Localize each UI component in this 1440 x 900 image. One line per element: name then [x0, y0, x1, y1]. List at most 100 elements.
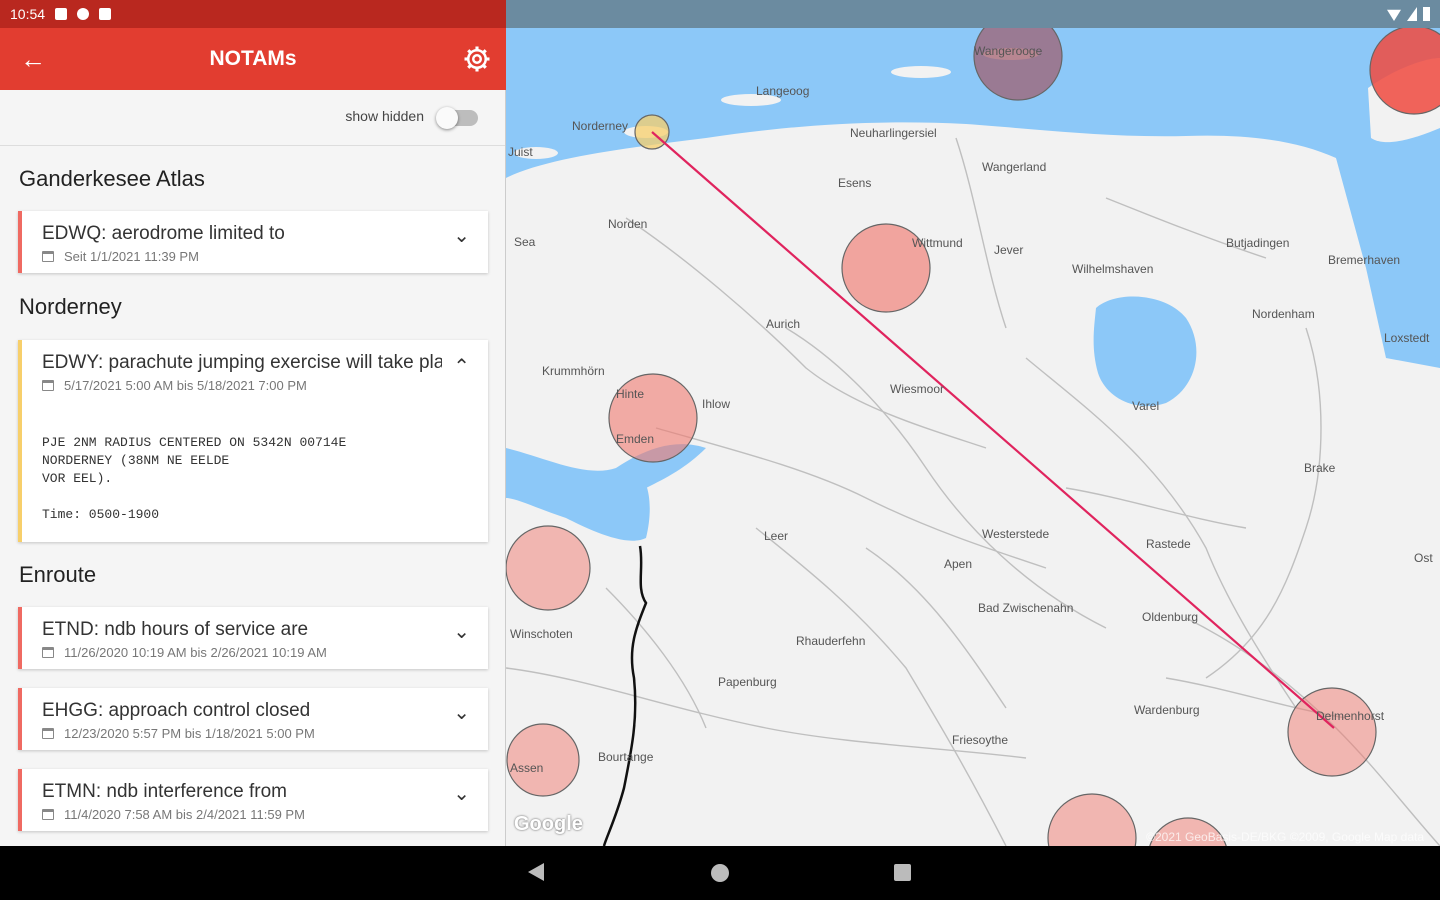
- calendar-icon: [42, 728, 54, 739]
- notam-date-row: 12/23/2020 5:57 PM bis 1/18/2021 5:00 PM: [42, 726, 315, 741]
- map-label: Nordenham: [1252, 307, 1315, 321]
- map-label: Wangerooge: [974, 44, 1043, 58]
- map-label: Butjadingen: [1226, 236, 1289, 250]
- notam-area-circle[interactable]: [506, 723, 580, 797]
- map-label: Sea: [514, 235, 536, 249]
- notam-detail-line: VOR EEL).: [42, 471, 113, 486]
- notam-card[interactable]: EHGG: approach control closed 12/23/2020…: [18, 688, 488, 750]
- calendar-icon: [42, 380, 54, 391]
- section-title-enroute: Enroute: [19, 562, 97, 587]
- jade-bay: [1093, 296, 1197, 407]
- map-label: Loxstedt: [1384, 331, 1430, 345]
- map-copyright[interactable]: ©2021 GeoBasis-DE/BKG ©2009, Google Map …: [1146, 830, 1424, 844]
- chevron-down-icon[interactable]: ⌄: [453, 619, 470, 644]
- nav-recents-icon[interactable]: [894, 864, 911, 881]
- chevron-up-icon[interactable]: ⌃: [453, 354, 470, 379]
- app-bar: ← NOTAMs: [0, 28, 506, 90]
- wifi-icon: [1387, 9, 1401, 21]
- map-label: Ost: [1414, 551, 1433, 565]
- section-title-norderney: Norderney: [19, 294, 122, 319]
- map-label: Bremerhaven: [1328, 253, 1400, 267]
- notam-card-expanded[interactable]: EDWY: parachute jumping exercise will ta…: [18, 340, 488, 542]
- notam-date-row: 11/26/2020 10:19 AM bis 2/26/2021 10:19 …: [42, 645, 327, 660]
- notam-card[interactable]: EDWQ: aerodrome limited to Seit 1/1/2021…: [18, 211, 488, 273]
- map-label: Wiesmoor: [890, 382, 944, 396]
- map-label: Wilhelmshaven: [1072, 262, 1153, 276]
- map-label: Friesoythe: [952, 733, 1008, 747]
- map-label: Rhauderfehn: [796, 634, 865, 648]
- settings-icon[interactable]: [462, 44, 492, 74]
- notam-area-circle[interactable]: [506, 525, 591, 611]
- notam-card[interactable]: ETMN: ndb interference from 11/4/2020 7:…: [18, 769, 488, 831]
- map-view[interactable]: Wangerooge Langeoog Norderney Juist Neuh…: [506, 28, 1440, 846]
- map-label: Westerstede: [982, 527, 1049, 541]
- status-bar-right: [506, 0, 1440, 28]
- status-time: 10:54: [10, 6, 46, 22]
- notam-date: 12/23/2020 5:57 PM bis 1/18/2021 5:00 PM: [64, 726, 315, 741]
- map-label: Jever: [994, 243, 1023, 257]
- map-label: Rastede: [1146, 537, 1191, 551]
- calendar-icon: [42, 809, 54, 820]
- signal-icon: [1407, 7, 1417, 21]
- notam-title: EHGG: approach control closed: [42, 700, 311, 721]
- map-label: Apen: [944, 557, 972, 571]
- system-nav-bar: [0, 846, 1440, 900]
- nav-home-icon[interactable]: [711, 864, 729, 882]
- map-label: Brake: [1304, 461, 1336, 475]
- map-label: Aurich: [766, 317, 800, 331]
- chevron-down-icon[interactable]: ⌄: [453, 700, 470, 725]
- status-bar: 10:54: [0, 0, 506, 28]
- map-label: Wittmund: [912, 236, 963, 250]
- notam-detail-line: PJE 2NM RADIUS CENTERED ON 5342N 00714E: [42, 435, 347, 450]
- chevron-down-icon[interactable]: ⌄: [453, 223, 470, 248]
- chevron-down-icon[interactable]: ⌄: [453, 781, 470, 806]
- notam-list-panel: show hidden Ganderkesee Atlas EDWQ: aero…: [0, 90, 506, 846]
- section-title-ganderkesee: Ganderkesee Atlas: [19, 166, 205, 191]
- map-label: Delmenhorst: [1316, 709, 1385, 723]
- show-hidden-label: show hidden: [345, 108, 424, 124]
- notam-date: 11/4/2020 7:58 AM bis 2/4/2021 11:59 PM: [64, 807, 305, 822]
- notam-time: Time: 0500-1900: [42, 507, 160, 522]
- map-label: Norden: [608, 217, 647, 231]
- map-label: Varel: [1132, 399, 1159, 413]
- notam-date: Seit 1/1/2021 11:39 PM: [64, 249, 199, 264]
- show-hidden-toggle[interactable]: [436, 107, 478, 129]
- map-label: Esens: [838, 176, 871, 190]
- map-label: Leer: [764, 529, 788, 543]
- notam-date-row: Seit 1/1/2021 11:39 PM: [42, 249, 199, 264]
- map-label: Winschoten: [510, 627, 573, 641]
- map-label: Krummhörn: [542, 364, 605, 378]
- map-label: Bad Zwischenahn: [978, 601, 1073, 615]
- map-label: Papenburg: [718, 675, 777, 689]
- calendar-icon: [42, 251, 54, 262]
- notification-icon: [55, 8, 68, 20]
- nav-back-icon[interactable]: [528, 863, 544, 881]
- map-label: Juist: [508, 145, 533, 159]
- map-label: Emden: [616, 432, 654, 446]
- notam-title: EDWQ: aerodrome limited to: [42, 223, 285, 244]
- map-label: Assen: [510, 761, 543, 775]
- google-logo[interactable]: Google: [514, 813, 583, 836]
- notam-area-circle[interactable]: [1287, 687, 1377, 777]
- notam-detail-line: NORDERNEY (38NM NE EELDE: [42, 453, 230, 468]
- map-label: Norderney: [572, 119, 628, 133]
- calendar-icon: [42, 647, 54, 658]
- map-label: Wardenburg: [1134, 703, 1200, 717]
- page-title: NOTAMs: [209, 47, 297, 70]
- map-label: Neuharlingersiel: [850, 126, 937, 140]
- notam-date: 5/17/2021 5:00 AM bis 5/18/2021 7:00 PM: [64, 378, 307, 393]
- island-spiekeroog: [891, 66, 951, 78]
- notam-title: ETND: ndb hours of service are: [42, 619, 309, 640]
- notam-card[interactable]: ETND: ndb hours of service are 11/26/202…: [18, 607, 488, 669]
- notam-date-row: 11/4/2020 7:58 AM bis 2/4/2021 11:59 PM: [42, 807, 305, 822]
- notam-date-row: 5/17/2021 5:00 AM bis 5/18/2021 7:00 PM: [42, 378, 307, 393]
- show-hidden-row: show hidden: [0, 90, 505, 146]
- notam-title: ETMN: ndb interference from: [42, 781, 287, 802]
- map-canvas[interactable]: Wangerooge Langeoog Norderney Juist Neuh…: [506, 28, 1440, 846]
- app-notification-icon: [77, 8, 90, 20]
- notam-date: 11/26/2020 10:19 AM bis 2/26/2021 10:19 …: [64, 645, 327, 660]
- sd-card-icon: [99, 8, 112, 20]
- map-label: Bourtange: [598, 750, 654, 764]
- map-label: Ihlow: [702, 397, 730, 411]
- notam-title: EDWY: parachute jumping exercise will ta…: [42, 352, 442, 373]
